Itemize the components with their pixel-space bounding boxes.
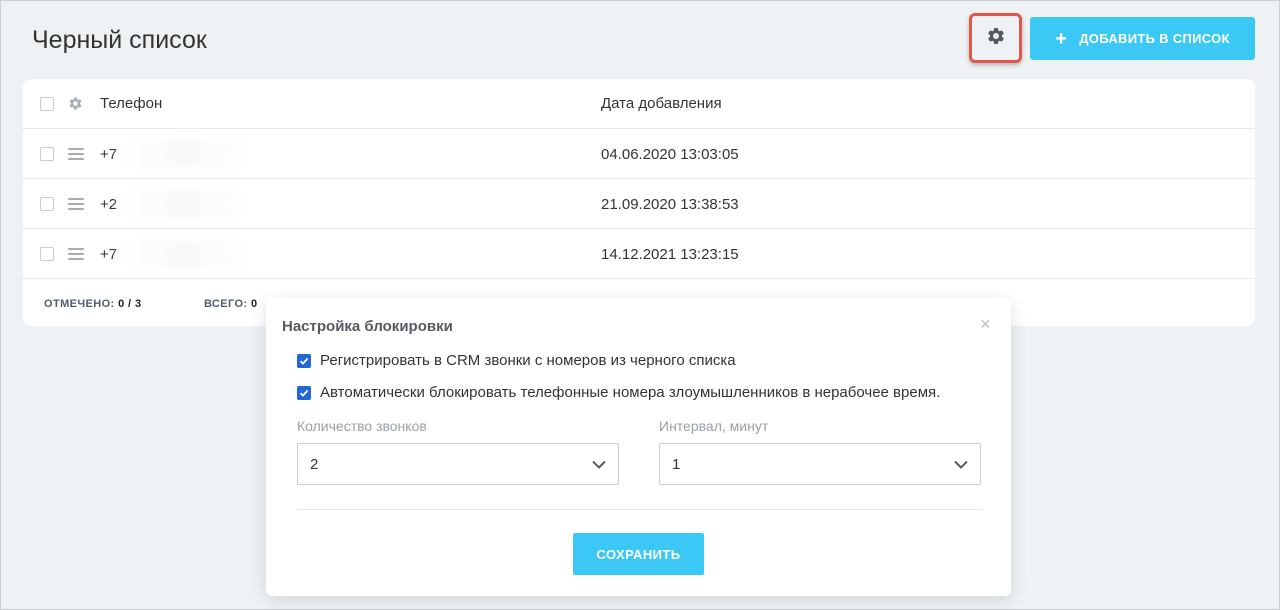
row-checkbox[interactable] [40, 197, 54, 211]
table-header: Телефон Дата добавления [23, 79, 1255, 129]
selected-count-label: ОТМЕЧЕНО: [44, 298, 115, 310]
save-button[interactable]: СОХРАНИТЬ [573, 533, 704, 575]
row-phone[interactable]: +2 [100, 196, 117, 213]
page-title: Черный список [32, 26, 207, 54]
row-date: 04.06.2020 13:03:05 [601, 146, 739, 163]
row-menu-icon[interactable] [68, 198, 84, 210]
row-date: 21.09.2020 13:38:53 [601, 196, 739, 213]
total-count-value: 0 [251, 298, 258, 310]
block-settings-dialog: Настройка блокировки × Регистрировать в … [266, 298, 1011, 596]
register-calls-checkbox[interactable] [297, 353, 311, 368]
gear-icon [986, 26, 1006, 51]
register-calls-label: Регистрировать в CRM звонки с номеров из… [320, 352, 736, 369]
redacted-phone-blur [118, 239, 253, 269]
add-to-list-label: ДОБАВИТЬ В СПИСОК [1079, 31, 1230, 46]
settings-button[interactable] [969, 13, 1022, 63]
table-row[interactable]: +7 14.12.2021 13:23:15 [23, 229, 1255, 279]
auto-block-option[interactable]: Автоматически блокировать телефонные ном… [297, 384, 940, 401]
row-checkbox[interactable] [40, 147, 54, 161]
table-row[interactable]: +7 04.06.2020 13:03:05 [23, 129, 1255, 179]
row-phone[interactable]: +7 [100, 246, 117, 263]
selected-count-value: 0 / 3 [118, 298, 142, 310]
redacted-phone-blur [118, 189, 253, 219]
select-all-checkbox[interactable] [40, 97, 54, 111]
auto-block-checkbox[interactable] [297, 385, 311, 400]
add-to-list-button[interactable]: + ДОБАВИТЬ В СПИСОК [1030, 17, 1255, 60]
column-settings-icon[interactable] [68, 96, 83, 116]
calls-count-value: 2 [310, 455, 319, 473]
calls-count-select[interactable]: 2 [297, 443, 619, 485]
chevron-down-icon [954, 456, 968, 473]
dialog-title: Настройка блокировки [282, 318, 453, 335]
close-icon[interactable]: × [980, 314, 991, 335]
column-header-date[interactable]: Дата добавления [601, 95, 722, 112]
interval-label: Интервал, минут [659, 418, 769, 434]
total-count: ВСЕГО: 0 [204, 298, 258, 310]
plus-icon: + [1055, 27, 1068, 50]
redacted-phone-blur [118, 139, 253, 169]
dialog-divider [297, 509, 981, 510]
total-count-label: ВСЕГО: [204, 298, 248, 310]
row-menu-icon[interactable] [68, 148, 84, 160]
blacklist-table: Телефон Дата добавления +7 04.06.2020 13… [23, 79, 1255, 326]
row-phone[interactable]: +7 [100, 146, 117, 163]
auto-block-label: Автоматически блокировать телефонные ном… [320, 384, 941, 401]
row-menu-icon[interactable] [68, 248, 84, 260]
row-checkbox[interactable] [40, 247, 54, 261]
table-row[interactable]: +2 21.09.2020 13:38:53 [23, 179, 1255, 229]
selected-count: ОТМЕЧЕНО: 0 / 3 [44, 298, 141, 310]
chevron-down-icon [592, 456, 606, 473]
row-date: 14.12.2021 13:23:15 [601, 246, 739, 263]
interval-value: 1 [672, 455, 681, 473]
column-header-phone[interactable]: Телефон [100, 95, 162, 112]
calls-count-label: Количество звонков [297, 418, 427, 434]
interval-select[interactable]: 1 [659, 443, 981, 485]
register-calls-option[interactable]: Регистрировать в CRM звонки с номеров из… [297, 352, 736, 369]
